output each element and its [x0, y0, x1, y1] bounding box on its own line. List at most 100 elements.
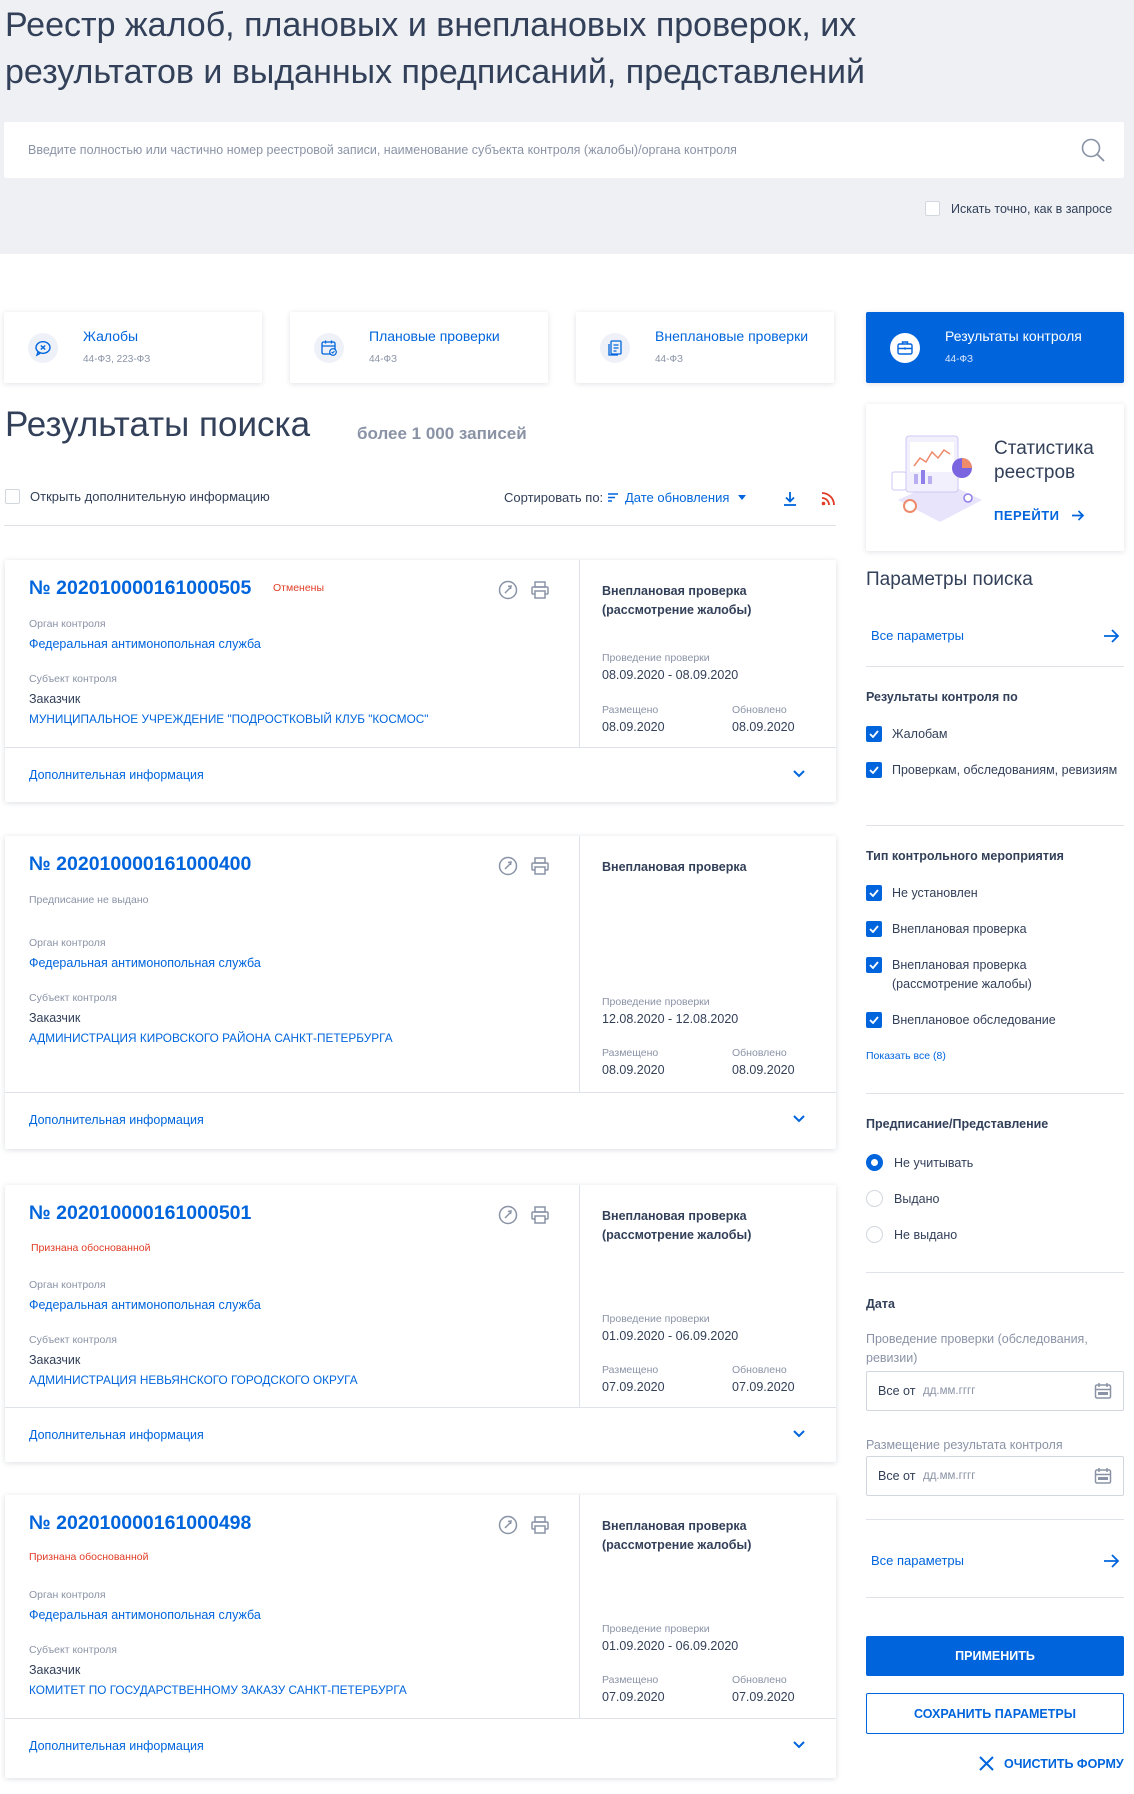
subject-link[interactable]: КОМИТЕТ ПО ГОСУДАРСТВЕННОМУ ЗАКАЗУ САНКТ… — [29, 1683, 407, 1697]
date-place-label: Размещение результата контроля — [866, 1438, 1063, 1452]
results-title: Результаты поиска — [5, 405, 311, 444]
checkbox-checked[interactable] — [866, 885, 882, 901]
radio-button[interactable] — [866, 1226, 883, 1243]
more-info-toggle[interactable]: Дополнительная информация — [29, 1428, 204, 1442]
history-icon[interactable] — [498, 856, 518, 876]
chevron-down-icon[interactable] — [792, 1740, 806, 1750]
subject-link[interactable]: МУНИЦИПАЛЬНОЕ УЧРЕЖДЕНИЕ "ПОДРОСТКОВЫЙ К… — [29, 712, 428, 726]
chevron-down-icon[interactable] — [792, 1114, 806, 1124]
record-number-link[interactable]: № 202010000161000501 — [29, 1202, 251, 1225]
open-info-checkbox[interactable]: Открыть дополнительную информацию — [5, 489, 270, 504]
arrow-right-icon[interactable] — [1104, 629, 1120, 643]
calendar-icon[interactable] — [1094, 1382, 1112, 1400]
clear-form-button[interactable]: ОЧИСТИТЬ ФОРМУ — [979, 1756, 1124, 1771]
arrow-right-icon[interactable] — [1104, 1554, 1120, 1568]
download-icon[interactable] — [782, 491, 798, 512]
sort-label: Сортировать по: — [504, 490, 604, 505]
date-check-input[interactable]: Все от дд.мм.гггг — [866, 1371, 1124, 1411]
more-info-toggle[interactable]: Дополнительная информация — [29, 1739, 204, 1753]
history-icon[interactable] — [498, 580, 518, 600]
checkbox-unplanned[interactable]: Внеплановая проверка — [866, 920, 1027, 939]
updated-label: Обновлено — [732, 1364, 787, 1376]
org-label: Орган контроля — [29, 618, 106, 630]
checkbox-checked[interactable] — [866, 957, 882, 973]
sort-dropdown[interactable]: Дате обновления — [608, 490, 747, 505]
exact-search-checkbox[interactable]: Искать точно, как в запросе — [925, 201, 1112, 216]
checkbox-box[interactable] — [5, 489, 20, 504]
all-params-link[interactable]: Все параметры — [871, 628, 964, 643]
checkbox-label: Внеплановое обследование — [892, 1013, 1056, 1027]
record-number-link[interactable]: № 202010000161000505 — [29, 577, 251, 600]
divider — [579, 560, 580, 747]
card-actions — [498, 580, 550, 600]
history-icon[interactable] — [498, 1205, 518, 1225]
chevron-down-icon[interactable] — [792, 769, 806, 779]
calendar-icon[interactable] — [1094, 1467, 1112, 1485]
search-input[interactable] — [28, 122, 1028, 178]
record-number-link[interactable]: № 202010000161000400 — [29, 853, 251, 876]
radio-button[interactable] — [866, 1190, 883, 1207]
tile-complaints[interactable]: Жалобы 44-ФЗ, 223-ФЗ — [4, 312, 262, 383]
save-params-button[interactable]: СОХРАНИТЬ ПАРАМЕТРЫ — [866, 1693, 1124, 1734]
date-title: Дата — [866, 1297, 895, 1311]
statistics-link[interactable]: ПЕРЕЙТИ — [994, 508, 1085, 523]
checkbox-label: Не установлен — [892, 886, 978, 900]
org-link[interactable]: Федеральная антимонопольная служба — [29, 1298, 261, 1312]
period-label: Проведение проверки — [602, 652, 710, 664]
tile-control-results[interactable]: Результаты контроля 44-ФЗ — [866, 312, 1124, 383]
statistics-title: Статистика реестров — [994, 438, 1094, 483]
checkbox-checked[interactable] — [866, 1012, 882, 1028]
all-params-link-bottom[interactable]: Все параметры — [871, 1553, 964, 1568]
print-icon[interactable] — [530, 1515, 550, 1535]
print-icon[interactable] — [530, 1205, 550, 1225]
radio-selected[interactable] — [866, 1154, 883, 1171]
radio-ignore[interactable]: Не учитывать — [866, 1154, 973, 1171]
date-place-input[interactable]: Все от дд.мм.гггг — [866, 1456, 1124, 1496]
checkbox-box[interactable] — [925, 201, 940, 216]
checkbox-unplanned-complaint[interactable]: Внеплановая проверка (рассмотрение жалоб… — [866, 956, 1081, 994]
checkbox-checks[interactable]: Проверкам, обследованиям, ревизиям — [866, 761, 1124, 780]
subject-link[interactable]: АДМИНИСТРАЦИЯ КИРОВСКОГО РАЙОНА САНКТ-ПЕ… — [29, 1031, 393, 1045]
checkbox-not-set[interactable]: Не установлен — [866, 884, 978, 903]
result-card: № 202010000161000505 Отменены Орган конт… — [5, 560, 836, 802]
chevron-down-icon[interactable] — [792, 1429, 806, 1439]
org-link[interactable]: Федеральная антимонопольная служба — [29, 637, 261, 651]
more-info-toggle[interactable]: Дополнительная информация — [29, 768, 204, 782]
org-link[interactable]: Федеральная антимонопольная служба — [29, 1608, 261, 1622]
apply-button[interactable]: ПРИМЕНИТЬ — [866, 1636, 1124, 1676]
search-icon[interactable] — [1080, 137, 1106, 168]
more-info-toggle[interactable]: Дополнительная информация — [29, 1113, 204, 1127]
org-link[interactable]: Федеральная антимонопольная служба — [29, 956, 261, 970]
check-type: Внеплановая проверка — [602, 860, 747, 874]
result-card: № 202010000161000501 Признана обоснованн… — [5, 1185, 836, 1462]
placed-value: 07.09.2020 — [602, 1690, 665, 1704]
radio-issued[interactable]: Выдано — [866, 1190, 939, 1207]
record-number-link[interactable]: № 202010000161000498 — [29, 1512, 251, 1535]
radio-label: Не учитывать — [894, 1155, 974, 1170]
checkbox-unplanned-inspection[interactable]: Внеплановое обследование — [866, 1011, 1056, 1030]
tile-unplanned-checks[interactable]: Внеплановые проверки 44-ФЗ — [576, 312, 834, 383]
status-badge: Признана обоснованной — [31, 1242, 151, 1254]
divider — [866, 1272, 1124, 1273]
subject-link[interactable]: АДМИНИСТРАЦИЯ НЕВЬЯНСКОГО ГОРОДСКОГО ОКР… — [29, 1373, 358, 1387]
checkbox-checked[interactable] — [866, 762, 882, 778]
statistics-card[interactable]: Статистика реестров ПЕРЕЙТИ — [866, 404, 1124, 551]
print-icon[interactable] — [530, 580, 550, 600]
period-label: Проведение проверки — [602, 1313, 710, 1325]
date-placeholder: дд.мм.гггг — [923, 1470, 976, 1482]
show-all-link[interactable]: Показать все (8) — [866, 1050, 946, 1062]
divider — [579, 1185, 580, 1407]
status-badge: Отменены — [273, 582, 325, 594]
history-icon[interactable] — [498, 1515, 518, 1535]
check-type: Внеплановая проверка (рассмотрение жалоб… — [602, 1209, 752, 1242]
tile-subtitle: 44-ФЗ — [945, 354, 974, 365]
checkbox-checked[interactable] — [866, 726, 882, 742]
event-type-title: Тип контрольного мероприятия — [866, 849, 1064, 863]
rss-icon[interactable] — [821, 491, 836, 511]
radio-not-issued[interactable]: Не выдано — [866, 1226, 957, 1243]
checkbox-checked[interactable] — [866, 921, 882, 937]
tile-subtitle: 44-ФЗ — [369, 354, 398, 365]
print-icon[interactable] — [530, 856, 550, 876]
tile-planned-checks[interactable]: Плановые проверки 44-ФЗ — [290, 312, 548, 383]
checkbox-complaints[interactable]: Жалобам — [866, 725, 947, 744]
